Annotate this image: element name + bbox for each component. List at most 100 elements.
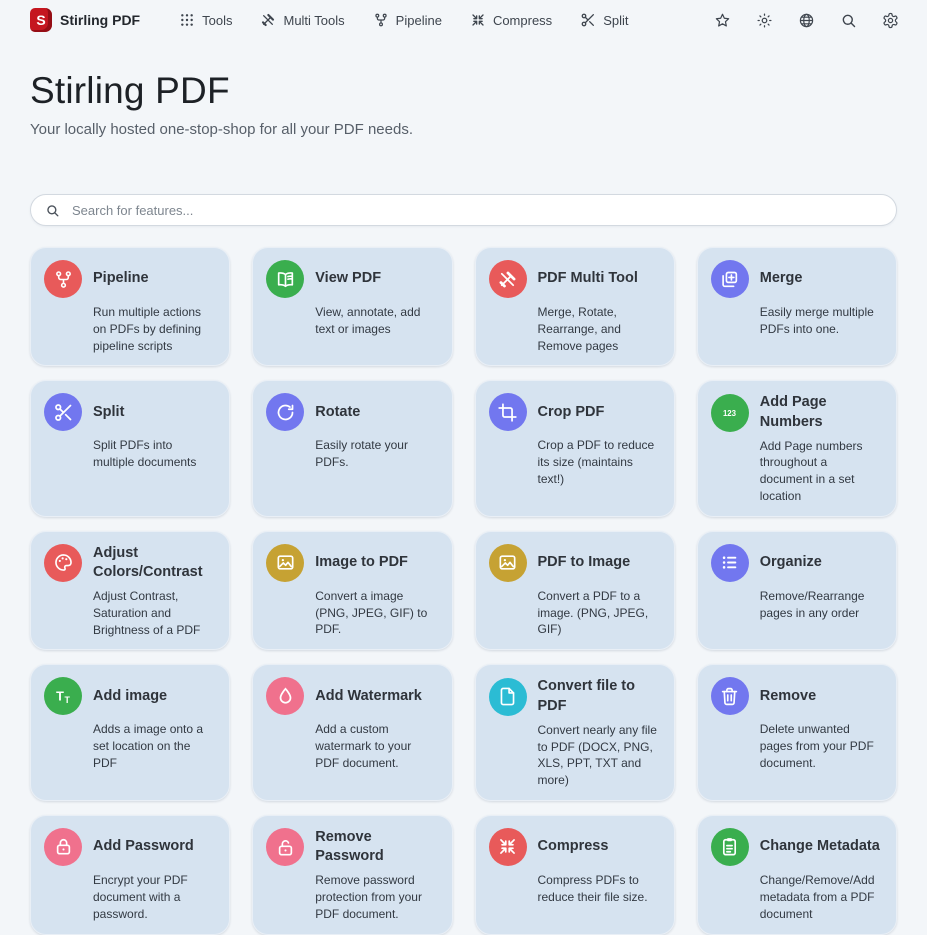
pipeline-icon: [373, 12, 389, 28]
tool-card-description: Easily merge multiple PDFs into one.: [760, 304, 883, 338]
tool-card-title: Add Page Numbers: [760, 393, 883, 431]
tool-card-header: Compress: [489, 828, 661, 866]
globe-icon[interactable]: [796, 10, 817, 31]
image-icon: [266, 544, 304, 582]
tool-card-header: Pipeline: [44, 260, 216, 298]
tool-card-adjust-colors[interactable]: Adjust Colors/Contrast Adjust Contrast, …: [30, 531, 230, 651]
tool-card-description: Delete unwanted pages from your PDF docu…: [760, 721, 883, 771]
tool-card-organize[interactable]: Organize Remove/Rearrange pages in any o…: [697, 531, 897, 651]
tool-card-header: Add Watermark: [266, 677, 438, 715]
gear-icon[interactable]: [880, 10, 901, 31]
nav-item-label: Tools: [202, 13, 232, 28]
page-title: Stirling PDF: [30, 70, 897, 112]
tool-card-header: Merge: [711, 260, 883, 298]
tool-card-title: Convert file to PDF: [538, 677, 661, 715]
tool-card-title: Image to PDF: [315, 553, 408, 572]
hero: Stirling PDF Your locally hosted one-sto…: [30, 70, 897, 138]
nav-item-split[interactable]: Split: [571, 7, 637, 33]
tool-card-view-pdf[interactable]: View PDF View, annotate, add text or ima…: [252, 247, 452, 366]
tool-card-title: Rotate: [315, 403, 360, 422]
star-icon[interactable]: [712, 10, 733, 31]
feature-search-input[interactable]: [70, 202, 882, 219]
tool-card-title: Change Metadata: [760, 837, 880, 856]
sun-icon[interactable]: [754, 10, 775, 31]
tool-card-header: Change Metadata: [711, 828, 883, 866]
droplet-icon: [266, 677, 304, 715]
tool-card-title: Remove Password: [315, 828, 438, 866]
tool-card-add-image[interactable]: TT Add image Adds a image onto a set loc…: [30, 664, 230, 800]
nav-item-compress[interactable]: Compress: [461, 7, 561, 33]
nav-menu: Tools Multi Tools Pipeline Compress Spli…: [170, 7, 637, 33]
lock-icon: [44, 828, 82, 866]
tool-card-header: Rotate: [266, 393, 438, 431]
tool-card-header: 123 Add Page Numbers: [711, 393, 883, 431]
tool-card-description: Remove password protection from your PDF…: [315, 872, 438, 922]
tool-card-title: PDF Multi Tool: [538, 269, 638, 288]
tool-card-crop-pdf[interactable]: Crop PDF Crop a PDF to reduce its size (…: [475, 380, 675, 516]
compress-icon: [470, 12, 486, 28]
tool-card-rotate[interactable]: Rotate Easily rotate your PDFs.: [252, 380, 452, 516]
palette-icon: [44, 544, 82, 582]
tool-card-header: Image to PDF: [266, 544, 438, 582]
tool-card-pdf-multi-tool[interactable]: PDF Multi Tool Merge, Rotate, Rearrange,…: [475, 247, 675, 366]
tool-card-description: Convert a PDF to a image. (PNG, JPEG, GI…: [538, 588, 661, 638]
tool-card-description: Split PDFs into multiple documents: [93, 437, 216, 471]
crop-icon: [489, 393, 527, 431]
tool-card-split[interactable]: Split Split PDFs into multiple documents: [30, 380, 230, 516]
tool-card-title: Adjust Colors/Contrast: [93, 544, 216, 582]
numbers-icon: 123: [711, 394, 749, 432]
organize-icon: [711, 544, 749, 582]
tool-card-remove[interactable]: Remove Delete unwanted pages from your P…: [697, 664, 897, 800]
tool-card-title: Crop PDF: [538, 403, 605, 422]
tool-card-title: Add Password: [93, 837, 194, 856]
tool-card-header: Remove: [711, 677, 883, 715]
grid-icon: [179, 12, 195, 28]
tool-card-description: Adjust Contrast, Saturation and Brightne…: [93, 588, 216, 638]
tool-card-title: Compress: [538, 837, 609, 856]
tool-card-header: Adjust Colors/Contrast: [44, 544, 216, 582]
nav-item-tools[interactable]: Tools: [170, 7, 241, 33]
multi-tools-icon: [489, 260, 527, 298]
tool-card-image-to-pdf[interactable]: Image to PDF Convert a image (PNG, JPEG,…: [252, 531, 452, 651]
tool-card-description: Convert a image (PNG, JPEG, GIF) to PDF.: [315, 588, 438, 638]
svg-text:T: T: [56, 689, 64, 703]
scissors-icon: [44, 393, 82, 431]
tool-card-grid: Pipeline Run multiple actions on PDFs by…: [30, 247, 897, 935]
brand[interactable]: S Stirling PDF: [30, 8, 140, 32]
scissors-icon: [580, 12, 596, 28]
tool-card-title: Remove: [760, 687, 816, 706]
tool-card-header: Add Password: [44, 828, 216, 866]
nav-actions: [712, 10, 901, 31]
tool-card-header: TT Add image: [44, 677, 216, 715]
tool-card-header: Crop PDF: [489, 393, 661, 431]
tool-card-description: Add Page numbers throughout a document i…: [760, 438, 883, 505]
tool-card-pipeline[interactable]: Pipeline Run multiple actions on PDFs by…: [30, 247, 230, 366]
tool-card-title: Add image: [93, 687, 167, 706]
tool-card-title: Pipeline: [93, 269, 149, 288]
tool-card-title: Add Watermark: [315, 687, 422, 706]
rotate-icon: [266, 393, 304, 431]
tool-card-merge[interactable]: Merge Easily merge multiple PDFs into on…: [697, 247, 897, 366]
page-subtitle: Your locally hosted one-stop-shop for al…: [30, 121, 897, 138]
tool-card-title: Organize: [760, 553, 822, 572]
nav-item-label: Pipeline: [396, 13, 442, 28]
clipboard-icon: [711, 828, 749, 866]
tool-card-title: Merge: [760, 269, 803, 288]
nav-item-label: Multi Tools: [283, 13, 344, 28]
text-fields-icon: TT: [44, 677, 82, 715]
search-icon[interactable]: [838, 10, 859, 31]
tool-card-description: Run multiple actions on PDFs by defining…: [93, 304, 216, 354]
trash-icon: [711, 677, 749, 715]
tool-card-header: Remove Password: [266, 828, 438, 866]
tool-card-convert-file-to-pdf[interactable]: Convert file to PDF Convert nearly any f…: [475, 664, 675, 800]
tool-card-description: Merge, Rotate, Rearrange, and Remove pag…: [538, 304, 661, 354]
nav-item-pipeline[interactable]: Pipeline: [364, 7, 451, 33]
tool-card-add-watermark[interactable]: Add Watermark Add a custom watermark to …: [252, 664, 452, 800]
tool-card-pdf-to-image[interactable]: PDF to Image Convert a PDF to a image. (…: [475, 531, 675, 651]
tool-card-description: Encrypt your PDF document with a passwor…: [93, 872, 216, 922]
tool-card-header: View PDF: [266, 260, 438, 298]
tool-card-add-page-numbers[interactable]: 123 Add Page Numbers Add Page numbers th…: [697, 380, 897, 516]
nav-item-multi-tools[interactable]: Multi Tools: [251, 7, 353, 33]
tool-card-header: Split: [44, 393, 216, 431]
tool-card-description: Change/Remove/Add metadata from a PDF do…: [760, 872, 883, 922]
